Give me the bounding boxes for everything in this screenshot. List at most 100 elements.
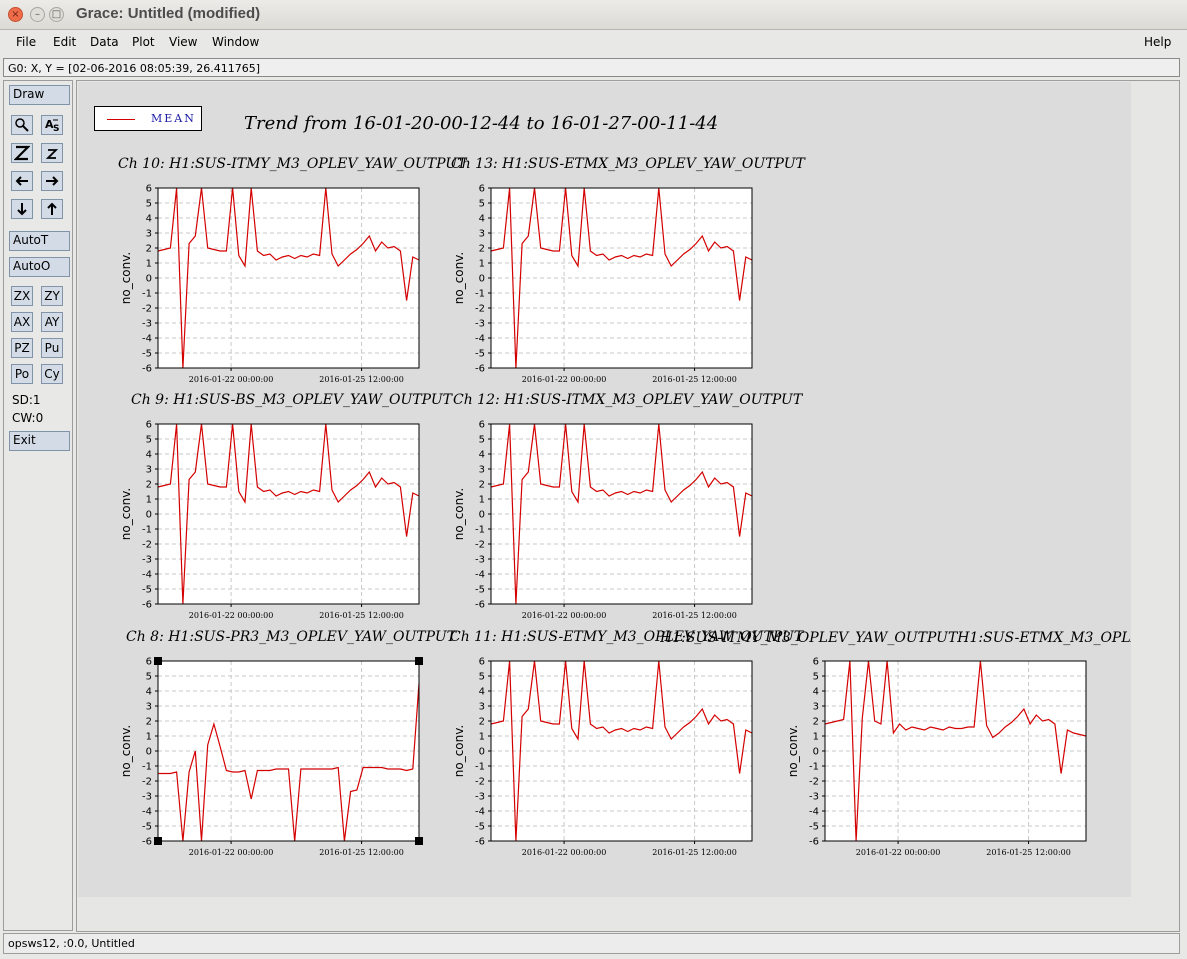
y-tick-label: -5 <box>475 585 485 596</box>
y-tick-label: 1 <box>479 732 485 743</box>
y-tick-label: -3 <box>475 319 485 330</box>
y-tick-label: -3 <box>142 792 152 803</box>
zoom-tool-button[interactable] <box>11 115 33 135</box>
close-window-button[interactable]: × <box>8 7 23 22</box>
y-tick-label: 4 <box>479 214 485 225</box>
chart-svg: 6 5 4 3 2 1 0 -1 -2 -3 -4 -5 -6 2016-01-22 00:00:00 20… <box>119 184 420 384</box>
arrow-right-icon <box>46 176 59 186</box>
y-tick-label: 4 <box>146 214 152 225</box>
zoom-out-button[interactable] <box>41 143 63 163</box>
menu-view[interactable]: View <box>169 35 197 49</box>
y-tick-label: 3 <box>146 702 152 713</box>
y-axis-label: no_conv. <box>452 725 466 777</box>
y-axis-label: no_conv. <box>452 488 466 540</box>
zx-button[interactable]: ZX <box>11 286 33 306</box>
y-axis-label: no_conv. <box>786 725 800 777</box>
plot-ch10[interactable]: 6 5 4 3 2 1 0 -1 -2 -3 -4 -5 -6 2016-01-22 00:00:00 20… <box>108 180 438 390</box>
y-tick-label: -4 <box>475 570 485 581</box>
y-tick-label: 0 <box>479 274 485 285</box>
menu-file[interactable]: File <box>16 35 36 49</box>
menu-window[interactable]: Window <box>212 35 259 49</box>
zoom-out-icon <box>45 149 59 159</box>
exit-button[interactable]: Exit <box>9 431 70 451</box>
current-world-label: CW:0 <box>12 411 44 425</box>
y-tick-label: 6 <box>479 420 485 431</box>
y-tick-label: -2 <box>142 540 152 551</box>
plot-ch11[interactable]: 6 5 4 3 2 1 0 -1 -2 -3 -4 -5 -6 2016-01-22 00:00:00 20… <box>441 653 771 863</box>
arrow-up-icon <box>47 202 57 215</box>
menu-help[interactable]: Help <box>1144 35 1171 49</box>
y-tick-label: -1 <box>475 762 485 773</box>
pz-button[interactable]: PZ <box>11 338 33 358</box>
po-button[interactable]: Po <box>11 364 33 384</box>
y-tick-label: 0 <box>479 510 485 521</box>
maximize-window-button[interactable]: □ <box>49 7 64 22</box>
pu-button[interactable]: Pu <box>41 338 63 358</box>
legend-box[interactable]: MEAN <box>94 106 202 131</box>
svg-text:S: S <box>53 124 59 133</box>
y-tick-label: -2 <box>142 777 152 788</box>
zy-button[interactable]: ZY <box>41 286 63 306</box>
y-tick-label: 4 <box>813 687 819 698</box>
window-titlebar: × – □ Grace: Untitled (modified) <box>0 0 1187 30</box>
y-axis-label: no_conv. <box>119 252 133 304</box>
y-tick-label: 6 <box>146 420 152 431</box>
x-tick-label: 2016-01-22 00:00:00 <box>189 848 274 857</box>
ax-button[interactable]: AX <box>11 312 33 332</box>
minimize-window-button[interactable]: – <box>30 7 45 22</box>
text-autoscale-button[interactable]: AS <box>41 115 63 135</box>
y-tick-label: 2 <box>146 244 152 255</box>
tool-panel: Draw AS AutoT AutoO ZX ZY AX AY PZ Pu Po… <box>3 80 73 931</box>
y-tick-label: -3 <box>142 319 152 330</box>
cy-button[interactable]: Cy <box>41 364 63 384</box>
scroll-up-button[interactable] <box>41 199 63 219</box>
x-tick-label: 2016-01-22 00:00:00 <box>522 848 607 857</box>
zoom-in-button[interactable] <box>11 143 33 163</box>
y-tick-label: -1 <box>142 762 152 773</box>
y-tick-label: -5 <box>809 822 819 833</box>
scroll-down-button[interactable] <box>11 199 33 219</box>
status-bar: opsws12, :0.0, Untitled <box>3 933 1180 954</box>
y-tick-label: 5 <box>479 435 485 446</box>
y-tick-label: 1 <box>146 495 152 506</box>
plot-background <box>158 661 419 841</box>
menu-edit[interactable]: Edit <box>53 35 76 49</box>
autoscale-ticks-button[interactable]: AutoT <box>9 231 70 251</box>
chart-svg: 6 5 4 3 2 1 0 -1 -2 -3 -4 -5 -6 2016-01-22 00:00:00 20… <box>786 657 1087 857</box>
legend-label: MEAN <box>151 112 196 125</box>
y-tick-label: 1 <box>146 732 152 743</box>
y-tick-label: 0 <box>146 747 152 758</box>
menu-data[interactable]: Data <box>90 35 119 49</box>
plot-title-ch9: Ch 9: H1:SUS-BS_M3_OPLEV_YAW_OUTPUT <box>131 392 452 408</box>
x-tick-label: 2016-01-22 00:00:00 <box>856 848 941 857</box>
y-tick-label: 3 <box>146 465 152 476</box>
chart-svg: 6 5 4 3 2 1 0 -1 -2 -3 -4 -5 -6 2016-01-22 00:00:00 20… <box>119 420 420 620</box>
chart-svg: 6 5 4 3 2 1 0 -1 -2 -3 -4 -5 -6 2016-01-22 00:00:00 20… <box>452 420 753 620</box>
y-tick-label: -3 <box>475 555 485 566</box>
scroll-right-button[interactable] <box>41 171 63 191</box>
y-tick-label: -1 <box>809 762 819 773</box>
x-tick-label: 2016-01-25 12:00:00 <box>652 375 737 384</box>
plot-ch12[interactable]: 6 5 4 3 2 1 0 -1 -2 -3 -4 -5 -6 2016-01-22 00:00:00 20… <box>441 416 771 626</box>
plot-ch13[interactable]: 6 5 4 3 2 1 0 -1 -2 -3 -4 -5 -6 2016-01-22 00:00:00 20… <box>441 180 771 390</box>
plot-ch9[interactable]: 6 5 4 3 2 1 0 -1 -2 -3 -4 -5 -6 2016-01-22 00:00:00 20… <box>108 416 438 626</box>
plot-ch8[interactable]: 6 5 4 3 2 1 0 -1 -2 -3 -4 -5 -6 2016-01-22 00:00:00 20… <box>108 653 438 863</box>
y-tick-label: 5 <box>146 199 152 210</box>
plot-title-ch12: Ch 12: H1:SUS-ITMX_M3_OPLEV_YAW_OUTPUT <box>453 392 803 408</box>
x-tick-label: 2016-01-25 12:00:00 <box>652 848 737 857</box>
chart-svg: 6 5 4 3 2 1 0 -1 -2 -3 -4 -5 -6 2016-01-22 00:00:00 20… <box>452 657 753 857</box>
menu-plot[interactable]: Plot <box>132 35 155 49</box>
x-tick-label: 2016-01-25 12:00:00 <box>319 848 404 857</box>
y-tick-label: 6 <box>146 657 152 668</box>
plot-extra[interactable]: 6 5 4 3 2 1 0 -1 -2 -3 -4 -5 -6 2016-01-22 00:00:00 20… <box>775 653 1105 863</box>
legend-line <box>107 119 135 120</box>
y-tick-label: 6 <box>479 657 485 668</box>
scroll-left-button[interactable] <box>11 171 33 191</box>
y-tick-label: 0 <box>813 747 819 758</box>
draw-button[interactable]: Draw <box>9 85 70 105</box>
y-tick-label: 4 <box>479 450 485 461</box>
autoscale-on-button[interactable]: AutoO <box>9 257 70 277</box>
x-tick-label: 2016-01-25 12:00:00 <box>652 611 737 620</box>
ay-button[interactable]: AY <box>41 312 63 332</box>
y-tick-label: -5 <box>142 585 152 596</box>
